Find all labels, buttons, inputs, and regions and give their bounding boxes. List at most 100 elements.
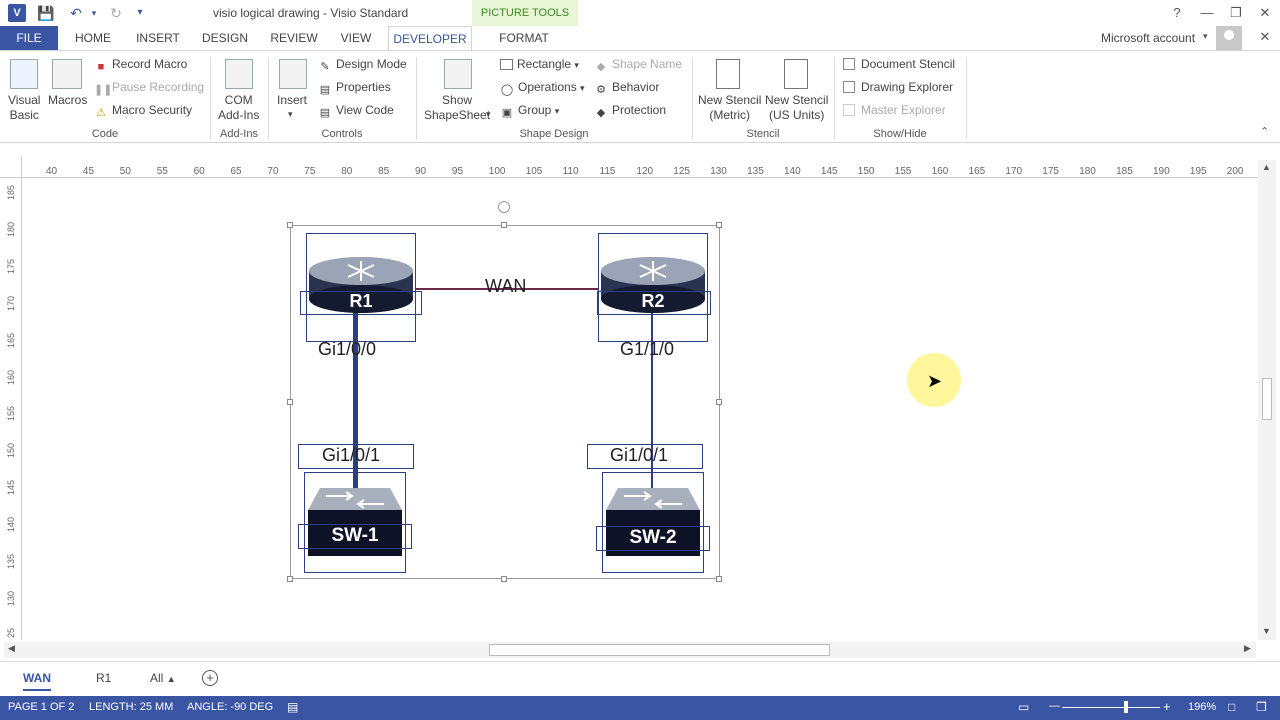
operations-icon: ◯ — [500, 84, 514, 96]
customize-qat-icon[interactable]: ▾ — [130, 3, 150, 23]
selection-handle[interactable] — [716, 576, 722, 582]
ruler-tick-label: 130 — [6, 590, 16, 606]
minimize-icon[interactable]: — — [1197, 3, 1217, 23]
restore-icon[interactable]: ❐ — [1226, 3, 1246, 23]
add-page-icon[interactable]: + — [202, 670, 218, 686]
switch-windows-icon[interactable]: ❐ — [1256, 700, 1267, 714]
selection-handle[interactable] — [287, 399, 293, 405]
drawing-canvas[interactable]: R1 R2 WAN Gi1/0/0 G1/1/0 Gi1/0/1 Gi1/0/1… — [23, 179, 1257, 640]
insert-dropdown-icon[interactable]: ▾ — [288, 109, 293, 120]
help-icon[interactable]: ? — [1167, 3, 1187, 23]
record-macro-button[interactable]: ■ Record Macro — [94, 57, 188, 74]
insert-control-button[interactable]: Insert — [277, 93, 307, 107]
group-separator — [966, 57, 967, 139]
vertical-scroll-thumb[interactable] — [1262, 378, 1272, 420]
zoom-slider-thumb[interactable] — [1124, 701, 1128, 713]
tab-home[interactable]: HOME — [66, 26, 120, 50]
avatar[interactable] — [1216, 26, 1242, 50]
scroll-down-icon[interactable]: ▼ — [1262, 626, 1271, 636]
rectangle-button[interactable]: Rectangle ▾ — [500, 57, 579, 71]
new-stencil-us-button[interactable]: New Stencil (US Units) — [765, 93, 828, 123]
show-shapesheet-button[interactable]: Show ShapeSheet — [424, 93, 490, 123]
behavior-button[interactable]: ⚙ Behavior — [594, 80, 659, 97]
new-stencil-metric-button[interactable]: New Stencil (Metric) — [698, 93, 761, 123]
fit-page-icon[interactable]: □ — [1228, 700, 1235, 714]
tab-review[interactable]: REVIEW — [264, 26, 324, 50]
close-icon[interactable]: ✕ — [1255, 3, 1275, 23]
visio-app-icon[interactable]: V — [8, 4, 26, 22]
view-code-button[interactable]: ▤ View Code — [318, 103, 394, 120]
shape-name-button[interactable]: ◆ Shape Name — [594, 57, 682, 74]
group-label-shape-design: Shape Design — [519, 128, 589, 140]
ruler-tick-label: 190 — [1153, 166, 1170, 177]
ruler-tick-label: 150 — [857, 166, 875, 177]
shapesheet-dropdown-icon[interactable]: ▾ — [486, 109, 491, 120]
redo-icon[interactable]: ↻ — [106, 3, 126, 23]
properties-button[interactable]: ▤ Properties — [318, 80, 391, 97]
macro-record-icon[interactable]: ▤ — [287, 700, 298, 714]
macros-button[interactable]: Macros — [48, 93, 87, 107]
zoom-level[interactable]: 196% — [1188, 701, 1216, 713]
page-tab-wan[interactable]: WAN — [23, 671, 51, 691]
selection-handle[interactable] — [501, 222, 507, 228]
scroll-up-icon[interactable]: ▲ — [1262, 162, 1271, 172]
group-button[interactable]: ▣ Group ▾ — [500, 103, 559, 120]
zoom-slider[interactable] — [1062, 707, 1160, 708]
ruler-tick-label: 180 — [1079, 166, 1096, 177]
presentation-mode-icon[interactable]: ▭ — [1018, 700, 1029, 714]
checkbox-icon — [843, 81, 855, 93]
document-stencil-checkbox[interactable]: Document Stencil — [843, 57, 955, 71]
visual-basic-button[interactable]: Visual Basic — [8, 93, 40, 123]
zoom-in-icon[interactable]: + — [1163, 699, 1171, 714]
ruler-tick-label: 120 — [636, 166, 654, 177]
scroll-left-icon[interactable]: ◀ — [8, 643, 15, 654]
ruler-tick-label: 175 — [1042, 166, 1059, 177]
horizontal-scrollbar[interactable]: ◀ ▶ — [4, 642, 1256, 658]
r2-port-label: G1/1/0 — [620, 339, 675, 359]
operations-button[interactable]: ◯ Operations ▾ — [500, 80, 585, 97]
properties-label: Properties — [336, 80, 391, 94]
com-addins-button[interactable]: COM Add-Ins — [218, 93, 259, 123]
group-label-addins: Add-Ins — [220, 128, 258, 140]
master-explorer-checkbox[interactable]: Master Explorer — [843, 103, 946, 117]
selection-handle[interactable] — [716, 222, 722, 228]
tab-insert[interactable]: INSERT — [130, 26, 186, 50]
selection-handle[interactable] — [716, 399, 722, 405]
tab-view[interactable]: VIEW — [334, 26, 378, 50]
account-dropdown-icon[interactable]: ▾ — [1203, 31, 1208, 42]
scroll-right-icon[interactable]: ▶ — [1244, 643, 1251, 654]
protection-button[interactable]: ◆ Protection — [594, 103, 666, 120]
page-tab-r1[interactable]: R1 — [96, 671, 111, 685]
zoom-out-icon[interactable]: — — [1049, 700, 1060, 712]
horizontal-scroll-thumb[interactable] — [489, 644, 830, 656]
collapse-ribbon-icon[interactable]: ⌃ — [1260, 125, 1269, 138]
undo-icon[interactable]: ↶ — [66, 3, 86, 23]
status-bar: PAGE 1 OF 2 LENGTH: 25 MM ANGLE: -90 DEG… — [0, 696, 1280, 720]
page-tab-all[interactable]: All ▲ — [150, 671, 176, 685]
tab-design[interactable]: DESIGN — [196, 26, 254, 50]
selection-handle[interactable] — [501, 576, 507, 582]
save-icon[interactable]: 💾 — [36, 3, 56, 23]
drawing-explorer-checkbox[interactable]: Drawing Explorer — [843, 80, 953, 94]
group-label-code: Code — [91, 128, 119, 140]
macro-security-button[interactable]: ⚠ Macro Security — [94, 103, 192, 120]
angle-indicator: ANGLE: -90 DEG — [187, 701, 274, 713]
page-indicator[interactable]: PAGE 1 OF 2 — [8, 701, 74, 713]
tab-file[interactable]: FILE — [0, 26, 58, 50]
tab-developer[interactable]: DEVELOPER — [388, 26, 472, 50]
ruler-tick-label: 165 — [968, 166, 986, 177]
vertical-scrollbar[interactable]: ▲ ▼ — [1258, 160, 1276, 640]
undo-dropdown-icon[interactable]: ▾ — [84, 3, 104, 23]
design-mode-button[interactable]: ✎ Design Mode — [318, 57, 406, 74]
selection-handle[interactable] — [287, 576, 293, 582]
ruler-tick-label: 80 — [341, 166, 353, 177]
selection-handle[interactable] — [287, 222, 293, 228]
close-document-icon[interactable]: ✕ — [1255, 27, 1275, 47]
rotation-handle-icon[interactable] — [498, 201, 510, 213]
ruler-tick-label: 110 — [562, 166, 579, 177]
pause-recording-button[interactable]: ❚❚Pause Recording — [94, 80, 204, 97]
tab-format[interactable]: FORMAT — [490, 26, 558, 50]
account-label[interactable]: Microsoft account — [1101, 31, 1195, 45]
checkbox-icon — [843, 58, 855, 70]
checkbox-icon — [843, 104, 855, 116]
